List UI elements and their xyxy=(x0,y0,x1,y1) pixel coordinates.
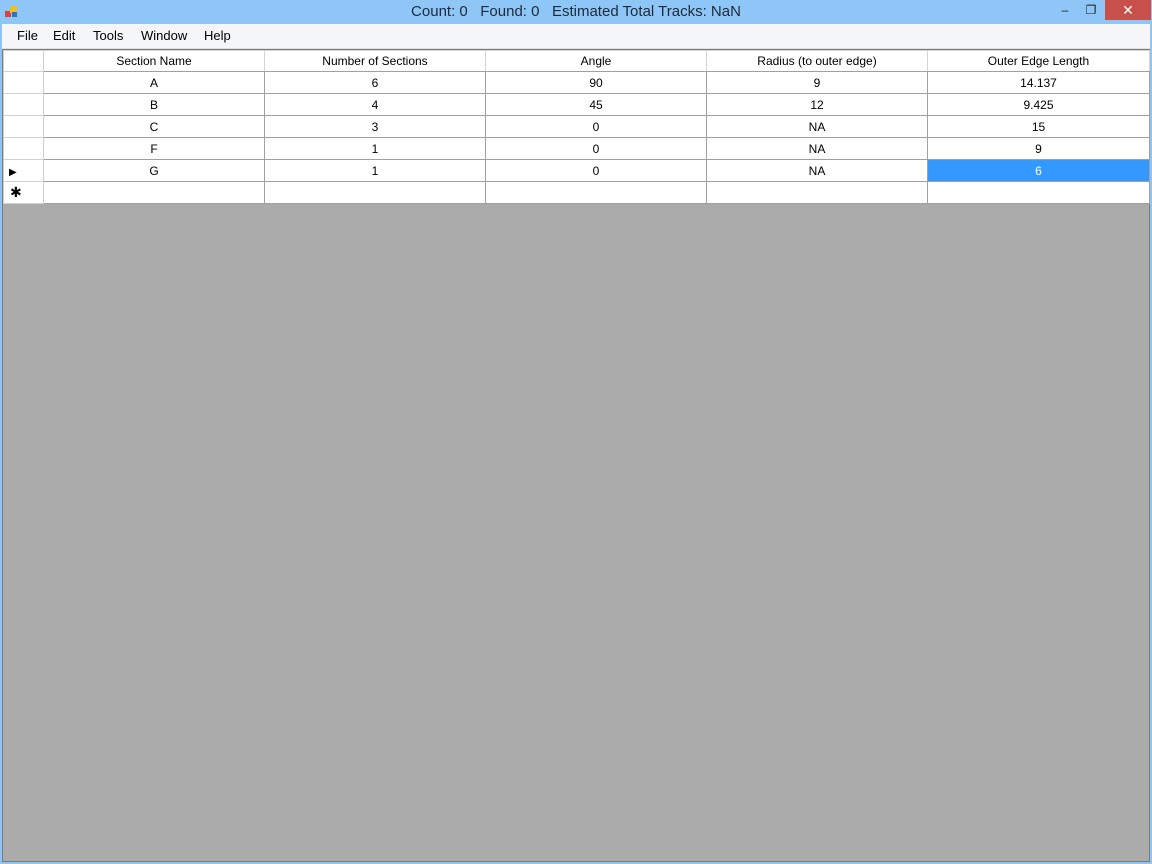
cell-section-name[interactable]: A xyxy=(43,71,265,94)
row-header[interactable] xyxy=(3,137,44,160)
cell-section-name[interactable]: B xyxy=(43,93,265,116)
menu-window[interactable]: Window xyxy=(141,28,187,43)
close-icon: ✕ xyxy=(1122,2,1134,18)
cell-outer-edge-length[interactable] xyxy=(927,181,1150,204)
grid-header-row: Section Name Number of Sections Angle Ra… xyxy=(3,50,1150,72)
cell-angle[interactable]: 45 xyxy=(485,93,707,116)
cell-section-name[interactable]: C xyxy=(43,115,265,138)
cell-number-of-sections[interactable]: 6 xyxy=(264,71,486,94)
column-header-radius[interactable]: Radius (to outer edge) xyxy=(706,50,928,72)
cell-angle[interactable]: 0 xyxy=(485,115,707,138)
menu-edit[interactable]: Edit xyxy=(53,28,75,43)
cell-number-of-sections[interactable] xyxy=(264,181,486,204)
table-row[interactable]: C 3 0 NA 15 xyxy=(3,115,1150,138)
cell-radius[interactable]: 9 xyxy=(706,71,928,94)
cell-outer-edge-length[interactable]: 9 xyxy=(927,137,1150,160)
column-header-section-name[interactable]: Section Name xyxy=(43,50,265,72)
current-row-arrow-icon: ▶ xyxy=(9,166,17,178)
column-header-outer-edge-length[interactable]: Outer Edge Length xyxy=(927,50,1150,72)
cell-number-of-sections[interactable]: 1 xyxy=(264,159,486,182)
column-header-angle[interactable]: Angle xyxy=(485,50,707,72)
cell-outer-edge-length-selected[interactable]: 6 xyxy=(927,159,1150,182)
close-button[interactable]: ✕ xyxy=(1105,0,1151,20)
window-title: Count: 0 Found: 0 Estimated Total Tracks… xyxy=(411,3,741,20)
cell-angle[interactable]: 0 xyxy=(485,137,707,160)
row-header-new[interactable]: ✱ xyxy=(3,181,44,204)
cell-radius[interactable]: NA xyxy=(706,115,928,138)
cell-outer-edge-length[interactable]: 9.425 xyxy=(927,93,1150,116)
cell-radius[interactable] xyxy=(706,181,928,204)
new-row[interactable]: ✱ xyxy=(3,181,1150,204)
table-row[interactable]: B 4 45 12 9.425 xyxy=(3,93,1150,116)
restore-button[interactable]: ❐ xyxy=(1078,0,1104,20)
cell-number-of-sections[interactable]: 4 xyxy=(264,93,486,116)
column-header-number-of-sections[interactable]: Number of Sections xyxy=(264,50,486,72)
cell-outer-edge-length[interactable]: 15 xyxy=(927,115,1150,138)
cell-radius[interactable]: NA xyxy=(706,137,928,160)
restore-icon: ❐ xyxy=(1085,3,1097,17)
table-row[interactable]: F 1 0 NA 9 xyxy=(3,137,1150,160)
app-window: Count: 0 Found: 0 Estimated Total Tracks… xyxy=(0,0,1152,864)
menu-tools[interactable]: Tools xyxy=(93,28,123,43)
row-header-current[interactable]: ▶ xyxy=(3,159,44,182)
menu-file[interactable]: File xyxy=(17,28,38,43)
menu-bar: File Edit Tools Window Help xyxy=(2,24,1150,49)
cell-angle[interactable]: 0 xyxy=(485,159,707,182)
new-row-asterisk-icon: ✱ xyxy=(10,184,22,200)
mdi-client-area: Section Name Number of Sections Angle Ra… xyxy=(2,49,1150,862)
minimize-icon: ‒ xyxy=(1061,3,1069,17)
cell-section-name[interactable]: G xyxy=(43,159,265,182)
row-header[interactable] xyxy=(3,115,44,138)
cell-number-of-sections[interactable]: 3 xyxy=(264,115,486,138)
table-row[interactable]: A 6 90 9 14.137 xyxy=(3,71,1150,94)
grid-corner-header[interactable] xyxy=(3,50,44,72)
title-bar[interactable]: Count: 0 Found: 0 Estimated Total Tracks… xyxy=(0,0,1152,24)
minimize-button[interactable]: ‒ xyxy=(1052,0,1078,20)
menu-help[interactable]: Help xyxy=(204,28,231,43)
cell-section-name[interactable] xyxy=(43,181,265,204)
cell-outer-edge-length[interactable]: 14.137 xyxy=(927,71,1150,94)
cell-radius[interactable]: 12 xyxy=(706,93,928,116)
row-header[interactable] xyxy=(3,93,44,116)
table-row-current[interactable]: ▶ G 1 0 NA 6 xyxy=(3,159,1150,182)
cell-angle[interactable]: 90 xyxy=(485,71,707,94)
cell-angle[interactable] xyxy=(485,181,707,204)
cell-section-name[interactable]: F xyxy=(43,137,265,160)
sections-grid[interactable]: Section Name Number of Sections Angle Ra… xyxy=(3,50,1150,204)
row-header[interactable] xyxy=(3,71,44,94)
cell-number-of-sections[interactable]: 1 xyxy=(264,137,486,160)
cell-radius[interactable]: NA xyxy=(706,159,928,182)
